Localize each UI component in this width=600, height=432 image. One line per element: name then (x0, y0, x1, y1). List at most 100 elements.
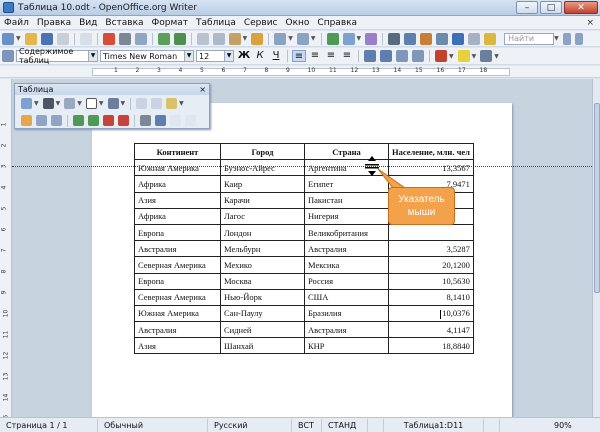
table-cell[interactable]: Пакистан (304, 191, 389, 209)
table-cell[interactable]: Бразилия (304, 304, 389, 323)
table-cell[interactable]: Нигерия (304, 207, 389, 225)
find-replace-icon[interactable] (388, 32, 401, 45)
cut-icon[interactable] (196, 32, 209, 45)
borders-dropdown-arrow[interactable]: ▼ (99, 100, 104, 107)
font-size-select[interactable]: 12 ▼ (196, 50, 234, 62)
font-color-dropdown-arrow[interactable]: ▼ (449, 53, 454, 60)
table-cell[interactable]: Сан-Паулу (220, 304, 305, 323)
table-cell[interactable]: КНР (304, 337, 389, 355)
edit-file-icon[interactable] (79, 32, 92, 45)
menu-insert[interactable]: Вставка (101, 18, 147, 28)
align-bottom-icon[interactable] (51, 115, 62, 126)
scrollbar-thumb[interactable] (594, 103, 600, 293)
spellcheck-icon[interactable] (157, 32, 170, 45)
table-cell[interactable]: Великобритания (304, 223, 389, 242)
insert-columns-icon[interactable] (88, 115, 99, 126)
menu-window[interactable]: Окно (282, 18, 314, 28)
undo-dropdown-arrow[interactable]: ▼ (288, 35, 293, 42)
table-dropdown-arrow[interactable]: ▼ (357, 35, 362, 42)
zoom-level[interactable]: 90% (548, 419, 578, 432)
undo-icon[interactable] (274, 32, 287, 45)
column-header[interactable]: Население, млн. чел (388, 142, 474, 161)
document-page[interactable]: Континент Город Страна Население, млн. ч… (92, 103, 512, 417)
table-cell[interactable]: Буэнос-Айрес (220, 159, 305, 177)
table-cell[interactable]: Австралия (134, 240, 221, 258)
justify-button[interactable]: ≡ (340, 50, 354, 62)
font-color-icon[interactable] (435, 50, 447, 62)
menu-help[interactable]: Справка (313, 18, 361, 28)
insert-mode[interactable]: ВСТ (292, 418, 322, 432)
selection-mode[interactable]: СТАНД (322, 418, 368, 432)
show-draw-functions-icon[interactable] (365, 32, 378, 45)
find-previous-icon[interactable] (562, 32, 571, 45)
table-cell[interactable]: Москва (220, 272, 305, 290)
navigator-icon[interactable] (404, 32, 417, 45)
delete-rows-icon[interactable] (103, 115, 114, 126)
hyperlink-icon[interactable] (326, 32, 339, 45)
menu-format[interactable]: Формат (148, 18, 193, 28)
menu-view[interactable]: Вид (75, 18, 101, 28)
zoom-icon[interactable] (468, 32, 481, 45)
table-cell[interactable] (388, 223, 474, 242)
align-top-icon[interactable] (21, 115, 32, 126)
autospellcheck-icon[interactable] (173, 32, 186, 45)
table-cell[interactable]: 10,0376 (388, 304, 474, 323)
italic-button[interactable]: К (253, 50, 267, 62)
table-cell[interactable]: Египет (304, 175, 389, 193)
table-cell[interactable]: Карачи (220, 191, 305, 209)
column-header[interactable]: Континент (134, 142, 221, 161)
table-cell[interactable]: Нью-Йорк (220, 288, 305, 306)
table-icon[interactable] (342, 32, 355, 45)
merge-cells-icon[interactable] (136, 98, 148, 109)
delete-columns-icon[interactable] (118, 115, 129, 126)
clone-formatting-icon[interactable] (251, 32, 264, 45)
save-icon[interactable] (40, 32, 53, 45)
find-input[interactable]: Найти (504, 32, 555, 45)
styles-formatting-icon[interactable] (2, 50, 14, 62)
table-cell[interactable]: Азия (134, 337, 221, 355)
menu-file[interactable]: Файл (0, 18, 33, 28)
table-toolbar-title-bar[interactable]: Таблица × (15, 84, 209, 95)
table-cell[interactable]: 10,5630 (388, 272, 474, 290)
help-icon[interactable] (484, 32, 497, 45)
table-cell[interactable]: 4,1147 (388, 321, 474, 339)
align-right-button[interactable]: ≡ (324, 50, 338, 62)
insert-table-icon[interactable] (21, 98, 32, 109)
export-pdf-icon[interactable] (102, 32, 115, 45)
data-sources-icon[interactable] (436, 32, 449, 45)
optimize-icon[interactable] (166, 98, 178, 109)
vertical-ruler[interactable]: 123456789101112131415 (0, 79, 12, 417)
highlighting-icon[interactable] (457, 50, 470, 62)
menu-table[interactable]: Таблица (192, 18, 240, 28)
line-style-dropdown-arrow[interactable]: ▼ (56, 100, 61, 107)
table-cell[interactable]: Северная Америка (134, 256, 221, 274)
new-document-icon[interactable] (2, 32, 14, 45)
table-cell[interactable]: Австралия (304, 321, 389, 339)
table-cell[interactable]: Африка (134, 207, 221, 225)
bullets-icon[interactable] (380, 50, 392, 62)
table-cell[interactable]: Африка (134, 175, 221, 193)
line-style-icon[interactable] (42, 98, 54, 109)
sum-icon[interactable] (185, 115, 196, 126)
select-table-icon[interactable] (140, 115, 151, 126)
menu-tools[interactable]: Сервис (240, 18, 282, 28)
table-cell[interactable]: США (304, 288, 389, 306)
table-background-icon[interactable] (107, 98, 119, 109)
underline-button[interactable]: Ч (269, 50, 283, 62)
maximize-button[interactable]: □ (540, 1, 562, 14)
document-workspace[interactable]: 123456789101112131415 Континент Город Ст… (0, 79, 592, 417)
decrease-indent-icon[interactable] (396, 50, 408, 62)
table-cell[interactable]: 18,8840 (388, 337, 474, 355)
horizontal-ruler[interactable]: 1 2 3 4 5 6 7 8 9 10 11 12 13 14 15 16 17 18 (0, 66, 600, 78)
minimize-button[interactable]: – (516, 1, 538, 14)
table-cell[interactable]: Лагос (220, 207, 305, 225)
table-cell[interactable]: Россия (304, 272, 389, 290)
close-window-button[interactable]: ✕ (564, 1, 598, 14)
new-dropdown-arrow[interactable]: ▼ (16, 35, 21, 42)
increase-indent-icon[interactable] (412, 50, 424, 62)
table-cell[interactable]: 3,5287 (388, 240, 474, 258)
font-name-select[interactable]: Times New Roman ▼ (100, 50, 194, 62)
table-cell[interactable]: Азия (134, 191, 221, 209)
table-cell[interactable]: Австралия (304, 240, 389, 258)
center-vertically-icon[interactable] (36, 115, 47, 126)
